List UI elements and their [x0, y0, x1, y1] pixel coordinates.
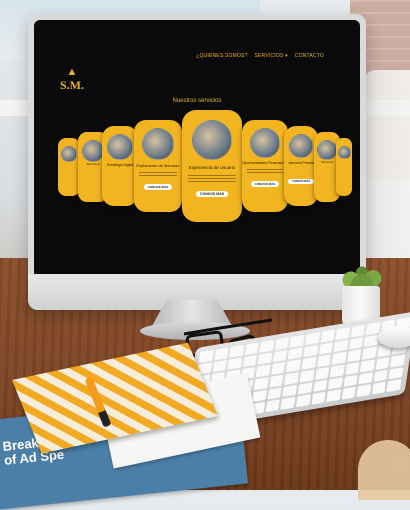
service-card[interactable]: Oportunidades Financieras CONOCE MÁS	[242, 120, 288, 212]
monitor-screen: ▲ S.M. ¿QUIENES SOMOS? SERVICIOS ▾ CONTA…	[34, 20, 360, 274]
service-image	[142, 128, 174, 160]
service-card-title: Estrategia Digital	[106, 163, 134, 167]
mouse[interactable]	[378, 326, 410, 348]
service-card-button[interactable]: CONOCE MÁS	[288, 179, 314, 184]
service-card-title: Servicios	[320, 160, 334, 164]
service-card-text	[138, 172, 178, 178]
service-card-title: Oportunidades Financieras	[242, 161, 288, 165]
service-image	[107, 134, 133, 160]
service-image	[250, 128, 280, 158]
service-card-button[interactable]: CONOCE MÁS	[143, 184, 173, 190]
service-image	[192, 120, 232, 160]
service-card-text	[188, 175, 236, 183]
service-card[interactable]	[336, 138, 352, 196]
service-card-text	[246, 169, 284, 175]
service-card-title: Asesoría Privada	[288, 161, 314, 165]
service-image	[337, 146, 351, 159]
chair	[358, 440, 410, 500]
service-card[interactable]: Estrategia Digital	[102, 126, 138, 206]
service-card-button[interactable]: CONOCE MÁS	[250, 181, 280, 187]
service-card-button[interactable]: CONOCE MÁS	[195, 191, 229, 197]
monitor: ▲ S.M. ¿QUIENES SOMOS? SERVICIOS ▾ CONTA…	[28, 14, 366, 310]
service-card-title: Exploración de Mercado	[136, 163, 180, 168]
service-image	[289, 134, 313, 158]
photo-scene: ▲ S.M. ¿QUIENES SOMOS? SERVICIOS ▾ CONTA…	[0, 0, 410, 510]
service-image	[82, 140, 104, 162]
service-card[interactable]: Asesoría Privada CONOCE MÁS	[284, 126, 318, 206]
service-card-featured[interactable]: Experiencia de Usuario CONOCE MÁS	[182, 110, 242, 222]
service-card-title: Experiencia de Usuario	[188, 165, 236, 170]
service-image	[317, 140, 337, 160]
service-image	[61, 146, 77, 162]
services-carousel: Recursos Estrategia Digital Exploración …	[34, 20, 360, 274]
service-card[interactable]: Exploración de Mercado CONOCE MÁS	[134, 120, 182, 212]
service-card-title: Recursos	[86, 162, 100, 166]
service-card[interactable]	[58, 138, 80, 196]
